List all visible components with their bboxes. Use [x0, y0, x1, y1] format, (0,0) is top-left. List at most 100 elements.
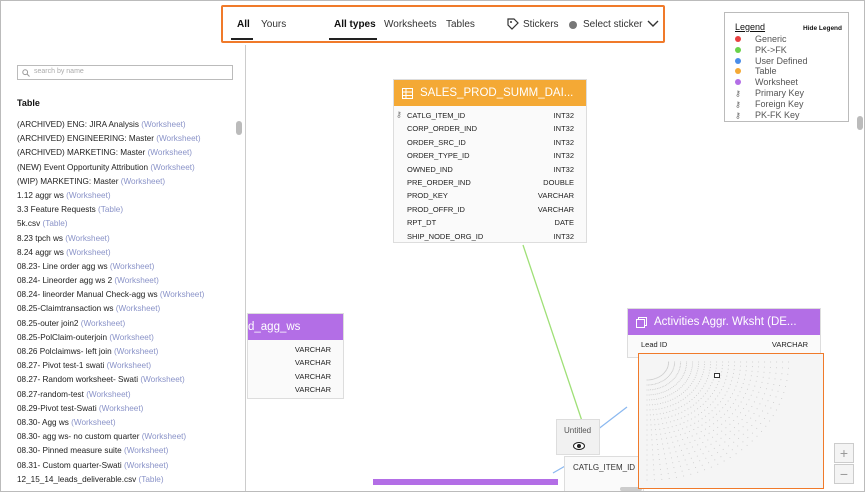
- worksheet-card-partial-header[interactable]: [373, 479, 558, 485]
- worksheet-card-header[interactable]: Activities Aggr. Wksht (DE...: [628, 309, 820, 335]
- list-item[interactable]: 08.31- Custom quarter-Swati (Worksheet): [17, 461, 232, 475]
- primary-key-icon: ⚷: [735, 89, 741, 98]
- list-item[interactable]: 08.30- Pinned measure suite (Worksheet): [17, 446, 232, 460]
- column-row[interactable]: ORDER_TYPE_ID INT32: [394, 149, 586, 162]
- column-row[interactable]: ORDER_SRC_ID INT32: [394, 136, 586, 149]
- list-item-kind: (Table): [42, 219, 68, 229]
- list-item-name: 08.31- Custom quarter-Swati: [17, 460, 122, 470]
- top-filter-bar: All Yours All types Worksheets Tables St…: [221, 5, 665, 43]
- zoom-in-button[interactable]: +: [834, 443, 854, 463]
- legend-label: Foreign Key: [755, 98, 804, 109]
- list-item[interactable]: 5k.csv (Table): [17, 219, 232, 233]
- worksheet-card-agg[interactable]: d_agg_ws VARCHAR VARCHAR VARCHAR VARCHAR: [247, 313, 344, 399]
- column-row[interactable]: PROD_OFFR_ID VARCHAR: [394, 203, 586, 216]
- column-label: CATLG_ITEM_ID: [573, 463, 636, 472]
- legend-label: PK-FK Key: [755, 109, 800, 120]
- list-item-name: 8.23 tpch ws: [17, 233, 63, 243]
- column-row[interactable]: VARCHAR: [248, 383, 343, 396]
- column-row[interactable]: Lead ID VARCHAR: [628, 338, 820, 351]
- list-item[interactable]: 08.29-Pivot test-Swati (Worksheet): [17, 404, 232, 418]
- search-input[interactable]: search by name: [17, 65, 233, 80]
- list-item[interactable]: (NEW) Event Opportunity Attribution (Wor…: [17, 163, 232, 177]
- sidebar-scrollbar[interactable]: [236, 121, 242, 135]
- list-item[interactable]: 08.30- agg ws- no custom quarter (Worksh…: [17, 432, 232, 446]
- untitled-node[interactable]: Untitled: [556, 419, 600, 455]
- list-item[interactable]: 3.3 Feature Requests (Table): [17, 205, 232, 219]
- column-name: SHIP_NODE_ORG_ID: [407, 231, 484, 241]
- column-row[interactable]: RPT_DT DATE: [394, 216, 586, 229]
- column-row[interactable]: VARCHAR: [248, 356, 343, 369]
- list-item[interactable]: (ARCHIVED) ENG: JIRA Analysis (Worksheet…: [17, 120, 232, 134]
- list-item[interactable]: 1.12 aggr ws (Worksheet): [17, 191, 232, 205]
- list-item[interactable]: 08.27-random-test (Worksheet): [17, 390, 232, 404]
- tab-all-types-underline: [329, 38, 377, 40]
- column-type: DOUBLE: [543, 177, 574, 187]
- tab-worksheets[interactable]: Worksheets: [384, 19, 437, 30]
- column-row[interactable]: VARCHAR: [248, 343, 343, 356]
- list-item[interactable]: 8.23 tpch ws (Worksheet): [17, 234, 232, 248]
- legend-label: Table: [755, 66, 777, 77]
- list-item[interactable]: 08.26 Polclaimws- left join (Worksheet): [17, 347, 232, 361]
- list-item-kind: (Worksheet): [141, 432, 187, 442]
- column-row[interactable]: CATLG_ITEM_ID INT32 ⚷: [394, 109, 586, 122]
- sticker-tag-icon[interactable]: [507, 18, 519, 30]
- table-icon: [402, 87, 413, 99]
- worksheet-card-header[interactable]: d_agg_ws: [248, 314, 343, 340]
- legend-color-dot: [735, 68, 741, 75]
- list-item[interactable]: 08.24- lineorder Manual Check-agg ws (Wo…: [17, 290, 232, 304]
- list-item-kind: (Worksheet): [156, 134, 201, 144]
- zoom-out-button[interactable]: −: [834, 464, 854, 484]
- column-row[interactable]: CORP_ORDER_IND INT32: [394, 122, 586, 135]
- column-type: VARCHAR: [294, 345, 331, 354]
- worksheet-icon: [636, 316, 647, 328]
- minimap-viewport[interactable]: [714, 373, 720, 378]
- column-row[interactable]: PRE_ORDER_IND DOUBLE: [394, 176, 586, 189]
- legend-title: Legend: [735, 22, 766, 32]
- list-item[interactable]: (ARCHIVED) ENGINEERING: Master (Workshee…: [17, 134, 232, 148]
- worksheet-card-activities[interactable]: Activities Aggr. Wksht (DE... Lead ID VAR…: [627, 308, 821, 358]
- table-card-sales-prod[interactable]: SALES_PROD_SUMM_DAI... CATLG_ITEM_ID INT3…: [393, 79, 587, 243]
- list-item[interactable]: 8.24 aggr ws (Worksheet): [17, 248, 232, 262]
- column-row[interactable]: VARCHAR: [248, 370, 343, 383]
- list-item[interactable]: 08.24- Lineorder agg ws 2 (Worksheet): [17, 276, 232, 290]
- list-item[interactable]: 08.25-Claimtransaction ws (Worksheet): [17, 304, 232, 318]
- tab-all[interactable]: All: [237, 19, 250, 30]
- list-item-name: (ARCHIVED) ENG: JIRA Analysis: [17, 120, 139, 129]
- chevron-down-icon[interactable]: [647, 19, 659, 29]
- list-item-name: 08.25-Claimtransaction ws: [17, 304, 114, 314]
- list-item[interactable]: 08.27- Random worksheet- Swati (Workshee…: [17, 375, 232, 389]
- canvas-scrollbar[interactable]: [857, 116, 863, 130]
- sidebar: search by name Table (ARCHIVED) ENG: JIR…: [1, 45, 246, 491]
- hide-legend-button[interactable]: Hide Legend: [803, 25, 842, 32]
- legend-label: Generic: [755, 34, 787, 44]
- list-item[interactable]: 12_15_14_leads_deliverable.csv (Table): [17, 475, 232, 489]
- list-item[interactable]: (ARCHIVED) MARKETING: Master (Worksheet): [17, 148, 232, 162]
- minimap[interactable]: [638, 353, 824, 489]
- tab-yours[interactable]: Yours: [261, 19, 286, 30]
- list-item[interactable]: 08.25-outer join2 (Worksheet): [17, 319, 232, 333]
- stickers-button[interactable]: Stickers: [523, 19, 559, 30]
- list-item[interactable]: 08.30- Agg ws (Worksheet): [17, 418, 232, 432]
- tab-tables[interactable]: Tables: [446, 19, 475, 30]
- list-item-name: 08.23- Line order agg ws: [17, 261, 108, 271]
- select-sticker-dropdown[interactable]: Select sticker: [583, 19, 642, 30]
- list-item-kind: (Worksheet): [123, 446, 169, 456]
- list-item[interactable]: 08.23- Line order agg ws (Worksheet): [17, 262, 232, 276]
- table-card-header[interactable]: SALES_PROD_SUMM_DAI...: [394, 80, 586, 106]
- list-item[interactable]: (WIP) MARKETING: Master (Worksheet): [17, 177, 232, 191]
- list-item-kind: (Table): [138, 474, 164, 484]
- column-name: CORP_ORDER_IND: [407, 124, 478, 134]
- eye-icon[interactable]: [573, 442, 585, 450]
- column-row[interactable]: SHIP_NODE_ORG_ID INT32: [394, 230, 586, 243]
- column-row[interactable]: PROD_KEY VARCHAR: [394, 189, 586, 202]
- list-item[interactable]: 08.27- Pivot test-1 swati (Worksheet): [17, 361, 232, 375]
- list-item-kind: (Worksheet): [66, 190, 111, 200]
- list-item-kind: (Worksheet): [114, 276, 159, 286]
- tab-all-types[interactable]: All types: [334, 19, 376, 30]
- list-item-name: 08.27-random-test: [17, 389, 84, 399]
- column-type: VARCHAR: [294, 358, 331, 368]
- list-item-name: 08.30- Pinned measure suite: [17, 446, 122, 456]
- legend-label: User Defined: [755, 55, 808, 66]
- column-row[interactable]: OWNED_IND INT32: [394, 163, 586, 176]
- list-item[interactable]: 08.25-PolClaim-outerjoin (Worksheet): [17, 333, 232, 347]
